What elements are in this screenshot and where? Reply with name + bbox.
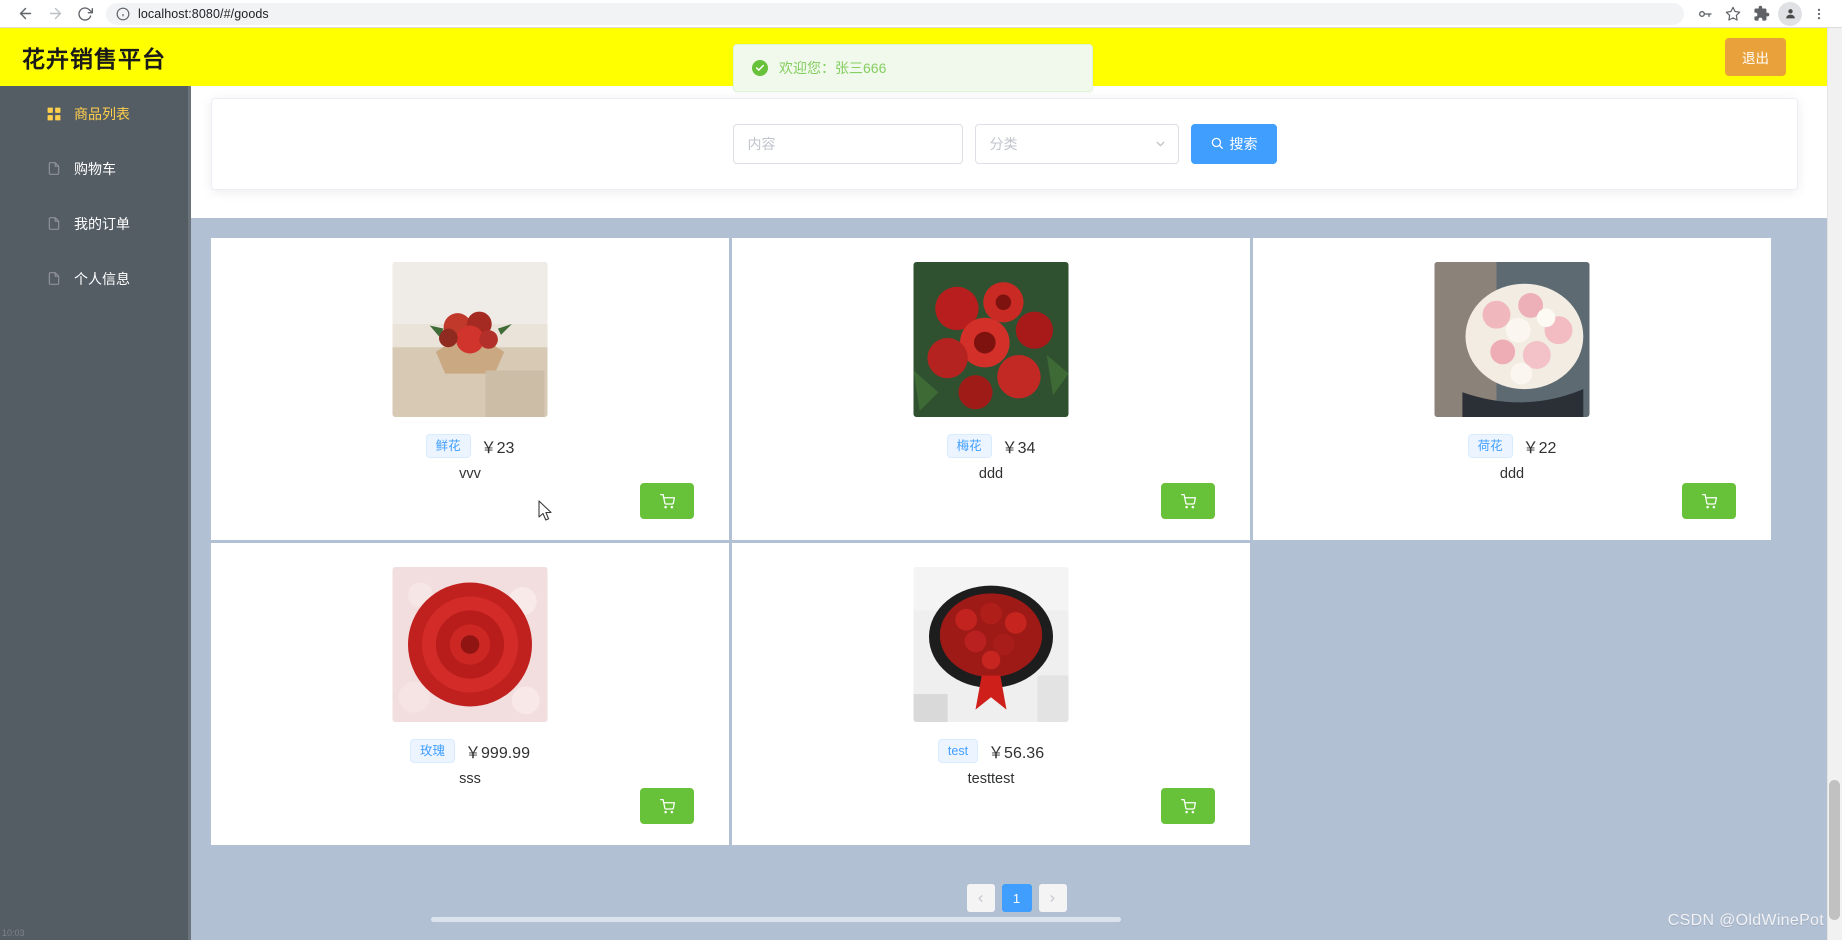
- goods-name: sss: [459, 771, 481, 787]
- welcome-toast: 欢迎您：张三666: [733, 44, 1093, 92]
- goods-name: vvv: [459, 466, 481, 482]
- watermark: CSDN @OldWinePot: [1667, 912, 1824, 929]
- browser-toolbar: localhost:8080/#/goods: [0, 0, 1842, 28]
- goods-card[interactable]: test ￥56.36 testtest: [732, 543, 1250, 845]
- grid-menu-icon: [46, 106, 62, 122]
- goods-meta: 梅花 ￥34: [732, 434, 1250, 458]
- pagination: 1: [191, 884, 1842, 912]
- add-to-cart-button[interactable]: [640, 788, 694, 824]
- category-select-value: 分类: [989, 136, 1018, 152]
- key-icon[interactable]: [1692, 2, 1718, 26]
- goods-meta: 鲜花 ￥23: [211, 434, 729, 458]
- pagination-prev-button[interactable]: [966, 884, 995, 912]
- logout-button[interactable]: 退出: [1725, 38, 1786, 76]
- goods-image: [392, 262, 548, 417]
- add-to-cart-button[interactable]: [1682, 483, 1736, 519]
- goods-card[interactable]: 梅花 ￥34 ddd: [732, 238, 1250, 540]
- goods-category-tag: test: [937, 739, 979, 763]
- goods-category-tag: 梅花: [946, 434, 992, 458]
- sidebar-item-cart[interactable]: 购物车: [0, 141, 191, 196]
- sidebar-item-profile[interactable]: 个人信息: [0, 251, 191, 306]
- search-icon: [1210, 136, 1224, 153]
- sidebar-item-label: 个人信息: [74, 270, 130, 287]
- goods-meta: test ￥56.36: [732, 739, 1250, 763]
- goods-price: ￥34: [1001, 440, 1036, 457]
- category-select[interactable]: 分类: [974, 124, 1179, 164]
- three-dot-menu-icon[interactable]: [1806, 2, 1832, 26]
- chevron-down-icon: [1154, 138, 1167, 151]
- goods-price: ￥23: [480, 440, 515, 457]
- search-input[interactable]: [732, 124, 963, 164]
- page-scrollbar-thumb[interactable]: [1829, 780, 1840, 920]
- goods-image: [1434, 262, 1590, 417]
- goods-image: [392, 567, 548, 722]
- add-to-cart-button[interactable]: [1161, 788, 1215, 824]
- goods-card[interactable]: 鲜花 ￥23 vvv: [211, 238, 729, 540]
- goods-name: ddd: [978, 466, 1004, 482]
- goods-meta: 玫瑰 ￥999.99: [211, 739, 729, 763]
- goods-image: [913, 262, 1069, 417]
- success-check-icon: [752, 60, 768, 76]
- forward-arrow-icon[interactable]: [40, 1, 70, 27]
- browser-action-icons: [1692, 1, 1832, 26]
- page-title: 花卉销售平台: [22, 46, 166, 72]
- pagination-next-button[interactable]: [1038, 884, 1067, 912]
- puzzle-icon[interactable]: [1748, 2, 1774, 26]
- goods-price: ￥999.99: [465, 745, 530, 762]
- add-to-cart-button[interactable]: [1161, 483, 1215, 519]
- sidebar-scrollbar[interactable]: [188, 86, 191, 940]
- goods-name: ddd: [1499, 466, 1525, 482]
- search-button-label: 搜索: [1229, 136, 1258, 152]
- goods-category-tag: 荷花: [1467, 434, 1513, 458]
- goods-category-tag: 鲜花: [425, 434, 471, 458]
- main-content: 分类 搜索: [191, 86, 1842, 940]
- search-button[interactable]: 搜索: [1190, 124, 1277, 164]
- welcome-toast-text: 欢迎您：张三666: [779, 60, 887, 76]
- horizontal-scrollbar-thumb[interactable]: [431, 917, 1121, 922]
- document-icon: [46, 161, 62, 177]
- profile-avatar-icon[interactable]: [1778, 1, 1802, 26]
- info-circle-icon[interactable]: [116, 7, 130, 21]
- star-icon[interactable]: [1720, 2, 1746, 26]
- goods-card[interactable]: 荷花 ￥22 ddd: [1253, 238, 1771, 540]
- back-arrow-icon[interactable]: [10, 1, 40, 27]
- document-icon: [46, 216, 62, 232]
- goods-meta: 荷花 ￥22: [1253, 434, 1771, 458]
- sidebar: 商品列表 购物车 我的订单 个人信息: [0, 86, 191, 940]
- add-to-cart-button[interactable]: [640, 483, 694, 519]
- sidebar-item-label: 我的订单: [74, 215, 130, 232]
- sidebar-item-goods-list[interactable]: 商品列表: [0, 86, 191, 141]
- goods-grid-area: 鲜花 ￥23 vvv 梅花 ￥34 ddd 荷花 ￥22 ddd 玫瑰 ￥999…: [191, 218, 1842, 940]
- search-panel: 分类 搜索: [211, 98, 1798, 190]
- goods-name: testtest: [967, 771, 1015, 787]
- goods-card[interactable]: 玫瑰 ￥999.99 sss: [211, 543, 729, 845]
- address-bar-url: localhost:8080/#/goods: [138, 6, 269, 21]
- goods-image: [913, 567, 1069, 722]
- goods-category-tag: 玫瑰: [410, 739, 456, 763]
- goods-price: ￥22: [1522, 440, 1557, 457]
- goods-price: ￥56.36: [988, 745, 1045, 762]
- document-icon: [46, 271, 62, 287]
- sidebar-item-label: 购物车: [74, 160, 116, 177]
- address-bar[interactable]: localhost:8080/#/goods: [106, 2, 1684, 25]
- taskbar-time: 10:03: [2, 928, 25, 938]
- reload-icon[interactable]: [70, 1, 100, 27]
- pagination-page-1[interactable]: 1: [1001, 884, 1032, 912]
- goods-grid: 鲜花 ￥23 vvv 梅花 ￥34 ddd 荷花 ￥22 ddd 玫瑰 ￥999…: [211, 238, 1822, 845]
- sidebar-item-label: 商品列表: [74, 105, 130, 122]
- sidebar-item-my-orders[interactable]: 我的订单: [0, 196, 191, 251]
